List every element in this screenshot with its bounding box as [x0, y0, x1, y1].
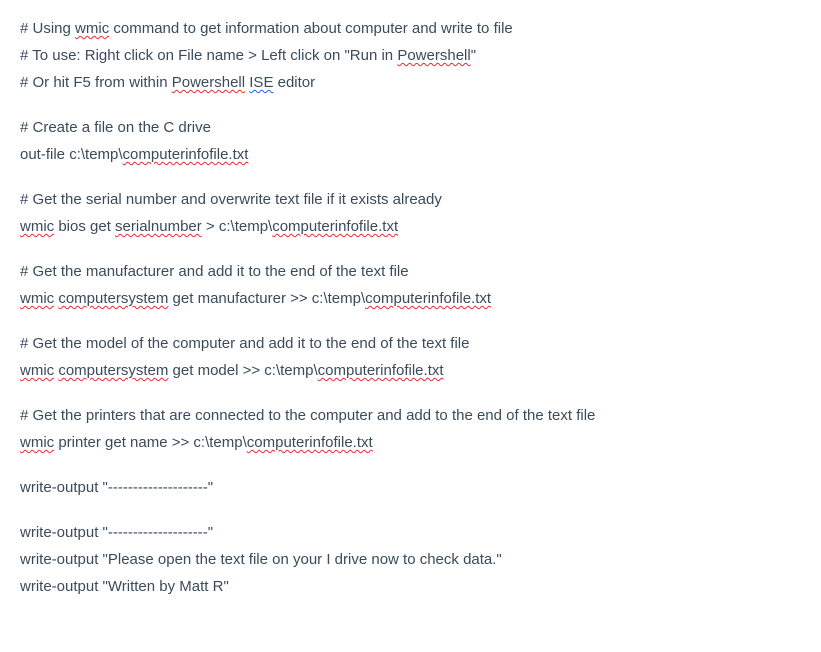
text-segment: # Using: [20, 20, 75, 37]
code-line: # Get the printers that are connected to…: [20, 405, 801, 426]
text-segment: # Get the manufacturer and add it to the…: [20, 263, 409, 280]
text-segment: write-output "Please open the text file …: [20, 551, 502, 568]
text-segment: # Or hit F5 from within: [20, 74, 172, 91]
text-segment: Powershell: [397, 47, 470, 64]
text-segment: computerinfofile.txt: [318, 362, 444, 379]
text-segment: > c:\temp\: [202, 218, 272, 235]
code-line: # Get the serial number and overwrite te…: [20, 189, 801, 210]
text-segment: wmic: [20, 218, 54, 235]
text-segment: get manufacturer >> c:\temp\: [168, 290, 365, 307]
code-line: out-file c:\temp\computerinfofile.txt: [20, 144, 801, 165]
code-line: wmic computersystem get model >> c:\temp…: [20, 360, 801, 381]
text-segment: command to get information about compute…: [109, 20, 513, 37]
text-segment: computerinfofile.txt: [365, 290, 491, 307]
text-segment: # Get the printers that are connected to…: [20, 407, 595, 424]
text-segment: computerinfofile.txt: [272, 218, 398, 235]
text-segment: write-output "Written by Matt R": [20, 578, 229, 595]
blank-line: [20, 171, 801, 189]
code-line: # Or hit F5 from within Powershell ISE e…: [20, 72, 801, 93]
text-segment: computerinfofile.txt: [123, 146, 249, 163]
code-line: write-output "--------------------": [20, 477, 801, 498]
text-segment: out-file c:\temp\: [20, 146, 123, 163]
text-segment: computerinfofile.txt: [247, 434, 373, 451]
text-segment: # To use: Right click on File name > Lef…: [20, 47, 397, 64]
blank-line: [20, 99, 801, 117]
code-line: write-output "Written by Matt R": [20, 576, 801, 597]
text-segment: computersystem: [58, 362, 168, 379]
text-segment: # Get the serial number and overwrite te…: [20, 191, 442, 208]
text-segment: write-output "--------------------": [20, 524, 213, 541]
text-segment: ISE: [249, 74, 273, 91]
code-line: # Get the manufacturer and add it to the…: [20, 261, 801, 282]
code-line: # Create a file on the C drive: [20, 117, 801, 138]
text-segment: editor: [273, 74, 315, 91]
code-line: # Get the model of the computer and add …: [20, 333, 801, 354]
code-line: write-output "Please open the text file …: [20, 549, 801, 570]
text-segment: serialnumber: [115, 218, 202, 235]
blank-line: [20, 243, 801, 261]
text-segment: computersystem: [58, 290, 168, 307]
text-segment: wmic: [20, 362, 54, 379]
code-line: # Using wmic command to get information …: [20, 18, 801, 39]
blank-line: [20, 387, 801, 405]
text-segment: # Create a file on the C drive: [20, 119, 211, 136]
text-segment: wmic: [20, 290, 54, 307]
code-line: wmic bios get serialnumber > c:\temp\com…: [20, 216, 801, 237]
code-line: write-output "--------------------": [20, 522, 801, 543]
text-segment: write-output "--------------------": [20, 479, 213, 496]
text-segment: bios get: [54, 218, 115, 235]
blank-line: [20, 315, 801, 333]
code-line: # To use: Right click on File name > Lef…: [20, 45, 801, 66]
blank-line: [20, 504, 801, 522]
document-body: # Using wmic command to get information …: [20, 18, 801, 597]
code-line: wmic computersystem get manufacturer >> …: [20, 288, 801, 309]
blank-line: [20, 459, 801, 477]
text-segment: # Get the model of the computer and add …: [20, 335, 469, 352]
text-segment: printer get name >> c:\temp\: [54, 434, 247, 451]
text-segment: wmic: [75, 20, 109, 37]
text-segment: wmic: [20, 434, 54, 451]
code-line: wmic printer get name >> c:\temp\compute…: [20, 432, 801, 453]
text-segment: Powershell: [172, 74, 245, 91]
text-segment: get model >> c:\temp\: [168, 362, 317, 379]
text-segment: ": [471, 47, 476, 64]
